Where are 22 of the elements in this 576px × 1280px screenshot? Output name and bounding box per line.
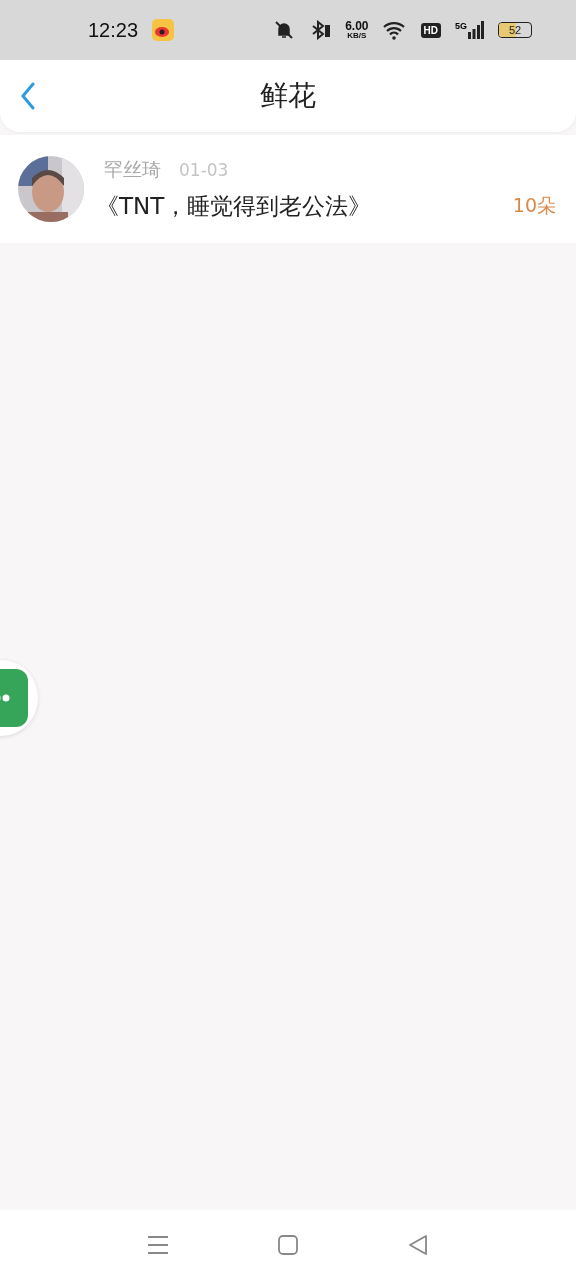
flower-count: 10朵 (512, 193, 556, 218)
status-time: 12:23 (88, 18, 139, 42)
network-speed: 6.00 (345, 20, 369, 32)
back-nav-button[interactable] (407, 1234, 429, 1256)
sender-name: 罕丝琦 (104, 156, 161, 182)
speed-unit: KB/S (347, 32, 367, 40)
hd-badge: HD (420, 22, 441, 38)
bluetooth-icon (311, 20, 332, 40)
record-title: 《TNT，睡觉得到老公法》 (96, 191, 372, 221)
square-icon (277, 1234, 299, 1256)
record-date: 01-03 (179, 159, 229, 180)
wifi-icon (382, 20, 407, 40)
battery-level: 52 (508, 24, 522, 36)
menu-button[interactable] (147, 1235, 169, 1255)
app-icon (152, 19, 175, 41)
page-title: 鲜花 (260, 78, 316, 114)
menu-icon (147, 1235, 169, 1255)
triangle-icon (407, 1234, 429, 1256)
chevron-left-icon (20, 82, 36, 110)
home-button[interactable] (277, 1234, 299, 1256)
signal-icon (468, 21, 484, 39)
network-type: 5G (455, 21, 467, 31)
